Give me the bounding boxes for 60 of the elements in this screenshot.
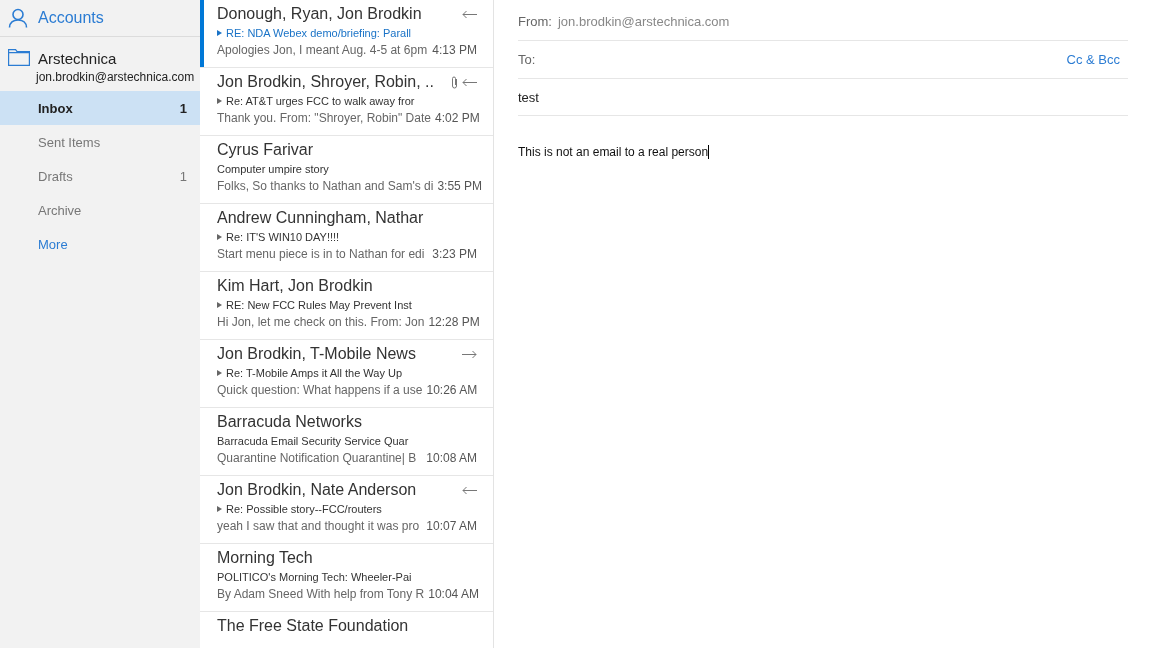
message-preview: Apologies Jon, I meant Aug. 4-5 at 6pm bbox=[217, 42, 428, 57]
message-sender: Andrew Cunningham, Nathar bbox=[217, 209, 424, 227]
message-subject: RE: New FCC Rules May Prevent Inst bbox=[217, 297, 477, 313]
message-body[interactable]: This is not an email to a real person bbox=[518, 144, 1128, 160]
message-sender: Jon Brodkin, Shroyer, Robin, .. bbox=[217, 73, 434, 91]
message-preview: Thank you. From: "Shroyer, Robin" Date bbox=[217, 110, 431, 125]
message-sender: Jon Brodkin, T-Mobile News bbox=[217, 345, 416, 363]
message-time: 4:13 PM bbox=[431, 42, 477, 57]
message-time: 10:26 AM bbox=[425, 382, 478, 397]
message-preview: Hi Jon, let me check on this. From: Jon bbox=[217, 314, 425, 329]
reply-arrow-icon bbox=[462, 485, 477, 495]
message-subject: Re: Possible story--FCC/routers bbox=[217, 501, 477, 517]
message-sender: The Free State Foundation bbox=[217, 617, 409, 635]
more-link[interactable]: More bbox=[0, 227, 200, 261]
message-subject: POLITICO's Morning Tech: Wheeler-Pai bbox=[217, 570, 413, 585]
account-email: jon.brodkin@arstechnica.com bbox=[36, 69, 196, 85]
message-time: 12:28 PM bbox=[427, 314, 480, 329]
folder-item[interactable]: Inbox 1 bbox=[0, 91, 200, 125]
reply-arrow-icon bbox=[462, 9, 477, 19]
cc-bcc-link[interactable]: Cc & Bcc bbox=[1066, 52, 1128, 67]
message-subject: Re: IT'S WIN10 DAY!!!! bbox=[217, 229, 477, 245]
folder-item[interactable]: Archive bbox=[0, 193, 200, 227]
reply-arrow-icon bbox=[462, 77, 477, 87]
folder-item[interactable]: Drafts 1 bbox=[0, 159, 200, 193]
message-time: 10:07 AM bbox=[425, 518, 477, 533]
message-time: 3:23 PM bbox=[431, 246, 477, 261]
message-preview: By Adam Sneed With help from Tony R bbox=[217, 586, 425, 601]
message-sender: Cyrus Farivar bbox=[217, 141, 313, 159]
from-label: From: bbox=[518, 13, 552, 29]
message-subject: Computer umpire story bbox=[217, 162, 330, 177]
message-sender: Jon Brodkin, Nate Anderson bbox=[217, 481, 417, 499]
person-icon bbox=[8, 8, 28, 28]
accounts-link[interactable]: Accounts bbox=[38, 9, 104, 27]
folder-icon bbox=[8, 49, 30, 66]
message-subject: Re: T-Mobile Amps it All the Way Up bbox=[217, 365, 477, 381]
message-preview: Quarantine Notification Quarantine| B bbox=[217, 450, 417, 465]
message-preview: Quick question: What happens if a use bbox=[217, 382, 423, 397]
message-subject: Barracuda Email Security Service Quar bbox=[217, 434, 410, 449]
message-item[interactable]: Donough, Ryan, Jon Brodkin RE: NDA Webex demo/briefing: Parall Apologies Jon, I meant Aug. 4-5 at 6pm 4:13 PM bbox=[200, 0, 493, 68]
message-time: 10:04 AM bbox=[427, 586, 479, 601]
message-preview: Start menu piece is in to Nathan for edi bbox=[217, 246, 425, 261]
account-name[interactable]: Arstechnica bbox=[38, 49, 200, 69]
message-preview: Folks, So thanks to Nathan and Sam's di bbox=[217, 178, 434, 193]
subject-field[interactable]: test bbox=[518, 89, 1128, 105]
message-sender: Kim Hart, Jon Brodkin bbox=[217, 277, 373, 295]
selection-bar bbox=[200, 0, 204, 67]
folder-item[interactable]: Sent Items bbox=[0, 125, 200, 159]
message-sender: Donough, Ryan, Jon Brodkin bbox=[217, 5, 422, 23]
forward-arrow-icon bbox=[462, 349, 477, 359]
message-sender: Barracuda Networks bbox=[217, 413, 362, 431]
message-sender: Morning Tech bbox=[217, 549, 313, 567]
from-address: jon.brodkin@arstechnica.com bbox=[557, 13, 730, 29]
message-time: 3:55 PM bbox=[436, 178, 483, 193]
paperclip-icon bbox=[451, 75, 458, 89]
message-time: 10:08 AM bbox=[425, 450, 477, 465]
message-subject: RE: NDA Webex demo/briefing: Parall bbox=[217, 25, 477, 41]
message-preview: yeah I saw that and thought it was pro bbox=[217, 518, 420, 533]
message-time: 4:02 PM bbox=[433, 110, 480, 125]
to-label: To: bbox=[518, 52, 536, 67]
message-subject: Re: AT&T urges FCC to walk away fror bbox=[217, 93, 477, 109]
